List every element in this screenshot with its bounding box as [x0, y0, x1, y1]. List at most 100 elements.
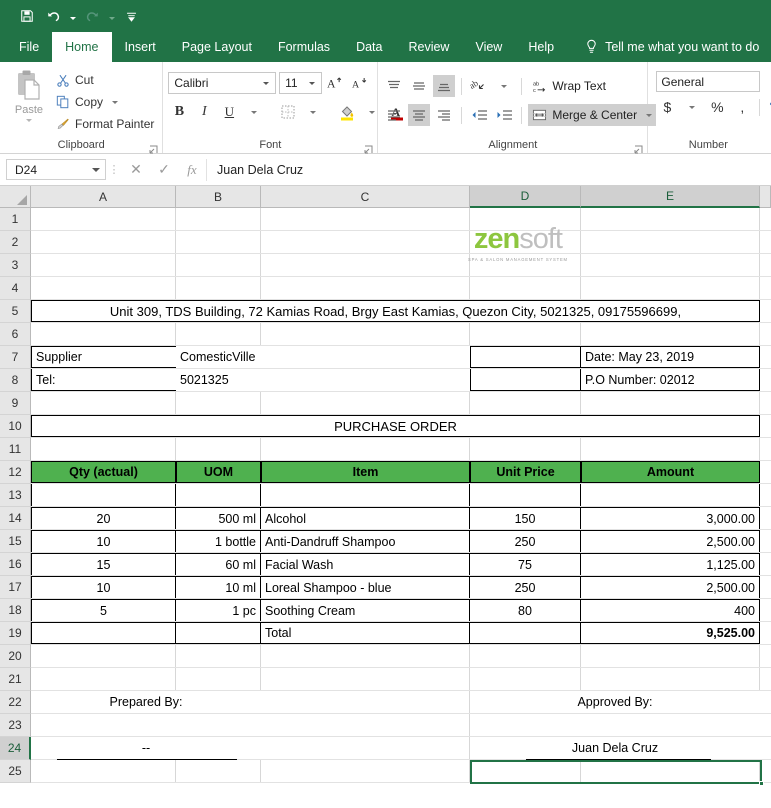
- cell-supplier-label[interactable]: Supplier: [31, 346, 176, 368]
- row-header-25[interactable]: 25: [0, 760, 31, 783]
- tab-help[interactable]: Help: [515, 32, 567, 62]
- paste-dropdown-icon[interactable]: [26, 119, 32, 122]
- cell-f1[interactable]: [760, 208, 771, 230]
- cell-c25[interactable]: [261, 760, 470, 782]
- row-header-9[interactable]: 9: [0, 392, 31, 415]
- cell-c4[interactable]: [261, 277, 470, 299]
- row-header-6[interactable]: 6: [0, 323, 31, 346]
- cell-unit-price[interactable]: 75: [470, 553, 581, 575]
- cell-f10[interactable]: [760, 415, 771, 437]
- fill-color-button[interactable]: [336, 101, 358, 123]
- cell-a6[interactable]: [31, 323, 176, 345]
- cell-f18[interactable]: [760, 599, 771, 621]
- underline-button[interactable]: U: [218, 101, 240, 123]
- cell-prepared-by-label[interactable]: Prepared By:: [31, 691, 261, 713]
- cell-uom[interactable]: 60 ml: [176, 553, 261, 575]
- grow-font-button[interactable]: A: [325, 72, 347, 94]
- currency-button[interactable]: $: [656, 96, 678, 118]
- cell-a9[interactable]: [31, 392, 176, 414]
- cell-uom[interactable]: 500 ml: [176, 507, 261, 529]
- cell-f21[interactable]: [760, 668, 771, 690]
- cell-e6[interactable]: [581, 323, 760, 345]
- cell-d7[interactable]: [470, 346, 581, 368]
- cell-f15[interactable]: [760, 530, 771, 552]
- cell-approved-by-signature-line[interactable]: [470, 714, 760, 736]
- cell-c13[interactable]: [261, 484, 470, 506]
- percent-style-button[interactable]: %: [706, 96, 728, 118]
- cell-item[interactable]: Facial Wash: [261, 553, 470, 575]
- cell-qty[interactable]: 10: [31, 530, 176, 552]
- tab-insert[interactable]: Insert: [112, 32, 169, 62]
- tab-page-layout[interactable]: Page Layout: [169, 32, 265, 62]
- cell-f17[interactable]: [760, 576, 771, 598]
- cell-d11[interactable]: [470, 438, 581, 460]
- row-header-22[interactable]: 22: [0, 691, 31, 714]
- alignment-dialog-launcher[interactable]: [634, 141, 643, 154]
- row-header-19[interactable]: 19: [0, 622, 31, 645]
- undo-icon[interactable]: [42, 5, 64, 27]
- cell-c23[interactable]: [261, 714, 470, 736]
- row-header-3[interactable]: 3: [0, 254, 31, 277]
- row-header-21[interactable]: 21: [0, 668, 31, 691]
- row-header-17[interactable]: 17: [0, 576, 31, 599]
- undo-dropdown-icon[interactable]: [68, 5, 77, 27]
- cell-d4[interactable]: [470, 277, 581, 299]
- align-bottom-button[interactable]: [433, 75, 456, 97]
- column-header-f[interactable]: [760, 186, 771, 208]
- cell-qty[interactable]: 20: [31, 507, 176, 529]
- cell-b9[interactable]: [176, 392, 261, 414]
- cell-d19[interactable]: [470, 622, 581, 644]
- cell-amount[interactable]: 2,500.00: [581, 576, 760, 598]
- cell-e21[interactable]: [581, 668, 760, 690]
- cell-f20[interactable]: [760, 645, 771, 667]
- cell-d25[interactable]: [470, 760, 581, 782]
- row-header-16[interactable]: 16: [0, 553, 31, 576]
- cell-b4[interactable]: [176, 277, 261, 299]
- confirm-entry-button[interactable]: ✓: [150, 159, 178, 181]
- shrink-font-button[interactable]: A: [350, 72, 372, 94]
- table-header-amount[interactable]: Amount: [581, 461, 760, 483]
- cell-d9[interactable]: [470, 392, 581, 414]
- cell-company-address[interactable]: Unit 309, TDS Building, 72 Kamias Road, …: [31, 300, 760, 322]
- cell-c9[interactable]: [261, 392, 470, 414]
- cell-f7[interactable]: [760, 346, 771, 368]
- format-painter-button[interactable]: Format Painter: [53, 114, 157, 134]
- cell-f16[interactable]: [760, 553, 771, 575]
- cell-a2[interactable]: [31, 231, 176, 253]
- cell-a13[interactable]: [31, 484, 176, 506]
- cell-e13[interactable]: [581, 484, 760, 506]
- cell-amount[interactable]: 2,500.00: [581, 530, 760, 552]
- cancel-entry-button[interactable]: ✕: [122, 159, 150, 181]
- cell-b6[interactable]: [176, 323, 261, 345]
- cell-f4[interactable]: [760, 277, 771, 299]
- cell-b2[interactable]: [176, 231, 261, 253]
- cell-total-amount[interactable]: 9,525.00: [581, 622, 760, 644]
- cell-c6[interactable]: [261, 323, 470, 345]
- cell-d8[interactable]: [470, 369, 581, 391]
- column-header-c[interactable]: C: [261, 186, 470, 208]
- row-header-14[interactable]: 14: [0, 507, 31, 530]
- redo-icon[interactable]: [81, 5, 103, 27]
- tab-view[interactable]: View: [462, 32, 515, 62]
- formula-input[interactable]: Juan Dela Cruz: [206, 158, 771, 181]
- decrease-decimal-button[interactable]: .0.00: [766, 96, 771, 118]
- cell-b25[interactable]: [176, 760, 261, 782]
- cell-b21[interactable]: [176, 668, 261, 690]
- cell-b1[interactable]: [176, 208, 261, 230]
- cell-c3[interactable]: [261, 254, 470, 276]
- chevron-down-icon[interactable]: [259, 81, 273, 85]
- row-header-23[interactable]: 23: [0, 714, 31, 737]
- name-box[interactable]: D24: [6, 159, 106, 180]
- tell-me-search[interactable]: Tell me what you want to do: [585, 32, 759, 62]
- cell-item[interactable]: Anti-Dandruff Shampoo: [261, 530, 470, 552]
- cell-approved-by-label[interactable]: Approved By:: [470, 691, 760, 713]
- number-format-select[interactable]: General: [656, 71, 761, 92]
- cell-e25[interactable]: [581, 760, 760, 782]
- cell-a20[interactable]: [31, 645, 176, 667]
- align-right-button[interactable]: [433, 104, 455, 126]
- table-header-qty[interactable]: Qty (actual): [31, 461, 176, 483]
- cell-qty[interactable]: 10: [31, 576, 176, 598]
- cell-f12[interactable]: [760, 461, 771, 483]
- customize-quick-access-toolbar-icon[interactable]: [120, 5, 142, 27]
- cell-e1[interactable]: [581, 208, 760, 230]
